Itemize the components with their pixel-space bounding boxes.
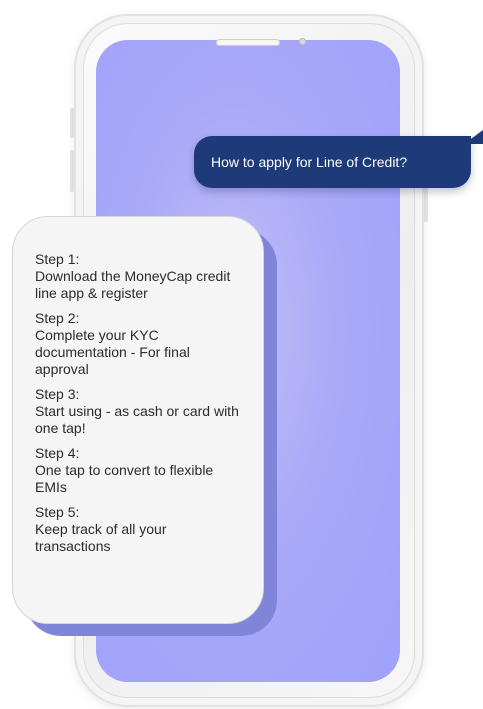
speaker-icon — [216, 39, 280, 46]
step-item: Step 1: Download the MoneyCap credit lin… — [35, 251, 243, 302]
question-bubble: How to apply for Line of Credit? — [194, 136, 471, 188]
step-title: Step 4: — [35, 445, 80, 461]
step-item: Step 3: Start using - as cash or card wi… — [35, 386, 243, 437]
step-title: Step 1: — [35, 251, 80, 267]
step-text: Complete your KYC documentation - For fi… — [35, 327, 190, 377]
step-text: Start using - as cash or card with one t… — [35, 403, 239, 436]
step-item: Step 5: Keep track of all your transacti… — [35, 504, 243, 555]
step-text: One tap to convert to flexible EMIs — [35, 462, 214, 495]
step-item: Step 4: One tap to convert to flexible E… — [35, 445, 243, 496]
step-title: Step 3: — [35, 386, 80, 402]
step-text: Keep track of all your transactions — [35, 521, 167, 554]
step-title: Step 5: — [35, 504, 80, 520]
camera-icon — [299, 38, 306, 45]
step-text: Download the MoneyCap credit line app & … — [35, 268, 231, 301]
step-title: Step 2: — [35, 310, 80, 326]
step-item: Step 2: Complete your KYC documentation … — [35, 310, 243, 378]
answer-bubble: Step 1: Download the MoneyCap credit lin… — [12, 216, 264, 624]
illustration: How to apply for Line of Credit? Step 1:… — [0, 0, 483, 709]
